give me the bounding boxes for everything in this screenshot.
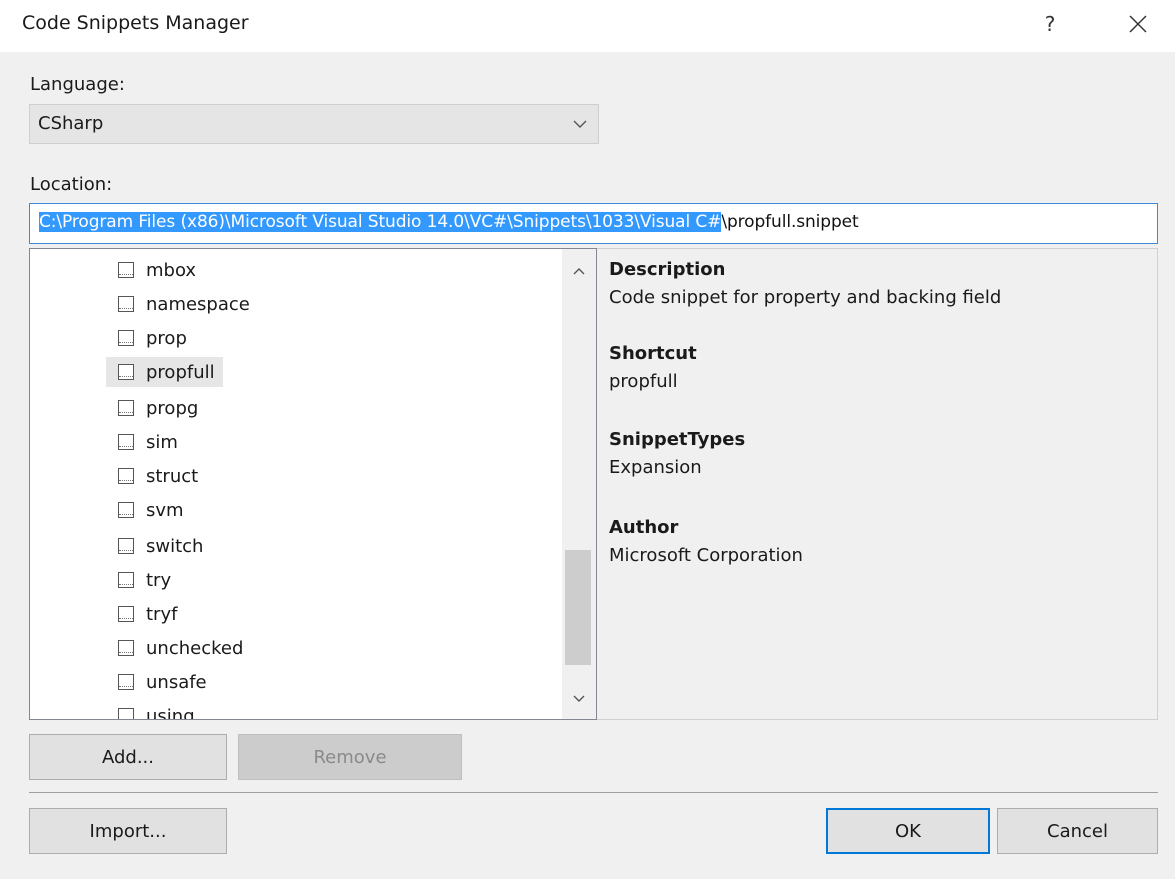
tree-item-unchecked[interactable]: unchecked bbox=[118, 633, 243, 663]
tree-item-struct[interactable]: struct bbox=[118, 461, 198, 491]
author-value: Microsoft Corporation bbox=[609, 545, 803, 566]
tree-item-try[interactable]: try bbox=[118, 565, 171, 595]
checkbox[interactable] bbox=[118, 640, 134, 656]
checkbox[interactable] bbox=[118, 468, 134, 484]
tree-item-tryf[interactable]: tryf bbox=[118, 599, 177, 629]
tree-item-prop[interactable]: prop bbox=[118, 323, 187, 353]
checkbox[interactable] bbox=[118, 296, 134, 312]
tree-item-label: struct bbox=[146, 465, 199, 487]
tree-item-label: unsafe bbox=[146, 671, 207, 693]
tree-item-namespace[interactable]: namespace bbox=[118, 289, 250, 319]
tree-item-label: using bbox=[146, 705, 195, 720]
checkbox[interactable] bbox=[118, 400, 134, 416]
tree-item-label: namespace bbox=[146, 293, 250, 315]
chevron-down-icon bbox=[573, 120, 587, 128]
tree-item-label: prop bbox=[146, 327, 187, 349]
code-snippets-manager-dialog: Code Snippets Manager ? Language: CSharp… bbox=[0, 0, 1175, 879]
tree-item-label: svm bbox=[146, 499, 184, 521]
tree-item-mbox[interactable]: mbox bbox=[118, 255, 196, 285]
checkbox[interactable] bbox=[118, 502, 134, 518]
import-button[interactable]: Import... bbox=[29, 808, 227, 854]
close-icon bbox=[1129, 15, 1147, 33]
snippet-details-panel: Description Code snippet for property an… bbox=[597, 248, 1158, 720]
checkbox[interactable] bbox=[118, 364, 134, 380]
checkbox[interactable] bbox=[118, 674, 134, 690]
tree-item-label: try bbox=[146, 569, 172, 591]
title-bar: Code Snippets Manager ? bbox=[0, 0, 1175, 52]
tree-item-label: mbox bbox=[146, 259, 197, 281]
remove-button[interactable]: Remove bbox=[238, 734, 462, 780]
tree-item-label: unchecked bbox=[146, 637, 244, 659]
tree-item-propfull[interactable]: propfull bbox=[106, 357, 223, 387]
scrollbar-thumb[interactable] bbox=[565, 550, 591, 665]
checkbox[interactable] bbox=[118, 262, 134, 278]
chevron-up-icon[interactable] bbox=[571, 265, 587, 277]
tree-item-switch[interactable]: switch bbox=[118, 531, 203, 561]
language-dropdown[interactable]: CSharp bbox=[29, 104, 599, 144]
tree-item-sim[interactable]: sim bbox=[118, 427, 178, 457]
checkbox[interactable] bbox=[118, 606, 134, 622]
shortcut-heading: Shortcut bbox=[609, 343, 697, 364]
checkbox[interactable] bbox=[118, 330, 134, 346]
checkbox[interactable] bbox=[118, 572, 134, 588]
author-heading: Author bbox=[609, 517, 679, 538]
divider bbox=[29, 792, 1158, 793]
description-heading: Description bbox=[609, 259, 726, 280]
checkbox[interactable] bbox=[118, 538, 134, 554]
shortcut-value: propfull bbox=[609, 371, 678, 392]
location-path: C:\Program Files (x86)\Microsoft Visual … bbox=[39, 212, 859, 232]
close-button[interactable] bbox=[1118, 6, 1158, 42]
tree-item-using[interactable]: using bbox=[118, 701, 195, 720]
help-button[interactable]: ? bbox=[1036, 8, 1064, 40]
checkbox[interactable] bbox=[118, 434, 134, 450]
snippet-types-heading: SnippetTypes bbox=[609, 429, 746, 450]
language-selected-value: CSharp bbox=[38, 113, 104, 134]
tree-item-propg[interactable]: propg bbox=[118, 393, 198, 423]
location-path-rest: \propfull.snippet bbox=[721, 212, 859, 232]
chevron-down-icon[interactable] bbox=[571, 693, 587, 705]
location-path-selected: C:\Program Files (x86)\Microsoft Visual … bbox=[39, 212, 722, 232]
tree-item-label: tryf bbox=[146, 603, 178, 625]
ok-button[interactable]: OK bbox=[826, 808, 990, 854]
description-value: Code snippet for property and backing fi… bbox=[609, 287, 1002, 308]
cancel-button[interactable]: Cancel bbox=[997, 808, 1158, 854]
tree-item-label: propg bbox=[146, 397, 199, 419]
snippet-tree[interactable]: mbox namespace prop propfull propg sim s… bbox=[29, 248, 597, 720]
tree-item-label: switch bbox=[146, 535, 204, 557]
location-field[interactable]: C:\Program Files (x86)\Microsoft Visual … bbox=[29, 203, 1158, 244]
add-button[interactable]: Add... bbox=[29, 734, 227, 780]
vertical-scrollbar[interactable] bbox=[562, 249, 596, 719]
language-label: Language: bbox=[30, 74, 125, 95]
tree-item-unsafe[interactable]: unsafe bbox=[118, 667, 207, 697]
tree-item-label: sim bbox=[146, 431, 178, 453]
tree-item-label: propfull bbox=[146, 361, 215, 383]
window-title: Code Snippets Manager bbox=[22, 12, 249, 34]
tree-item-svm[interactable]: svm bbox=[118, 495, 184, 525]
location-label: Location: bbox=[30, 174, 113, 195]
checkbox[interactable] bbox=[118, 708, 134, 719]
snippet-types-value: Expansion bbox=[609, 457, 702, 478]
